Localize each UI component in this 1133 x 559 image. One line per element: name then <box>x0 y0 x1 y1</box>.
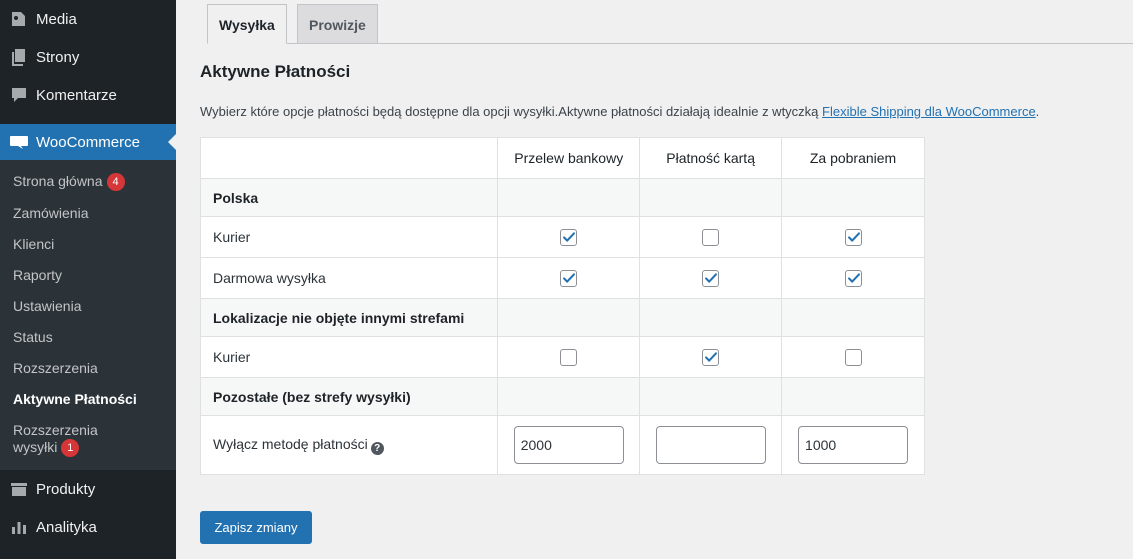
menu-woocommerce[interactable]: WooCommerce <box>0 124 176 160</box>
comments-icon <box>0 85 36 105</box>
analytics-icon <box>0 517 36 537</box>
payment-checkbox[interactable] <box>560 348 578 366</box>
disable-threshold-row: Wyłącz metodę płatności? <box>199 415 925 475</box>
checkbox-cell <box>781 216 925 258</box>
woocommerce-icon <box>0 132 36 152</box>
page-description: Wybierz które opcje płatności będą dostę… <box>200 104 1039 119</box>
checkbox-cell <box>781 336 925 378</box>
products-icon <box>0 479 36 499</box>
tab-shipping[interactable]: Wysyłka <box>207 4 287 44</box>
payment-checkbox[interactable] <box>560 269 578 287</box>
menu-label: Strony <box>36 48 80 66</box>
header-cash-on-delivery: Za pobraniem <box>781 137 925 179</box>
zone-name: Lokalizacje nie objęte innymi strefami <box>199 298 499 337</box>
description-end: . <box>1035 104 1040 119</box>
zone-row: Pozostałe (bez strefy wysyłki) <box>199 377 925 416</box>
checkbox-cell <box>639 336 783 378</box>
save-button[interactable]: Zapisz zmiany <box>200 511 312 544</box>
menu-analytics[interactable]: Analityka <box>0 508 176 546</box>
submenu-shipping-extensions[interactable]: Rozszerzenia wysyłki 1 <box>0 415 110 464</box>
media-icon <box>0 9 36 29</box>
menu-label: WooCommerce <box>36 133 140 151</box>
payment-checkbox[interactable] <box>560 228 578 246</box>
tab-bar: Wysyłka Prowizje <box>207 4 1133 44</box>
shipping-method-row: Kurier <box>199 216 925 258</box>
tab-commissions[interactable]: Prowizje <box>297 4 378 44</box>
notification-badge: 4 <box>106 173 125 191</box>
notification-badge: 1 <box>61 439 80 457</box>
payments-table: Przelew bankowy Płatność kartą Za pobran… <box>199 137 925 475</box>
zone-name: Pozostałe (bez strefy wysyłki) <box>199 377 499 416</box>
submenu-label: Rozszerzenia wysyłki <box>13 422 98 455</box>
zone-row: Polska <box>199 178 925 217</box>
disable-label-cell: Wyłącz metodę płatności? <box>199 415 499 475</box>
submenu-label: Strona główna <box>13 173 103 189</box>
checkbox-cell <box>497 257 641 299</box>
threshold-cell <box>639 415 783 475</box>
checkbox-cell <box>639 216 783 258</box>
empty-cell <box>639 298 783 337</box>
help-icon[interactable]: ? <box>370 441 384 455</box>
menu-label: Produkty <box>36 480 96 498</box>
threshold-input[interactable] <box>513 426 624 464</box>
shipping-method-name: Darmowa wysyłka <box>199 257 499 299</box>
submenu-status[interactable]: Status <box>0 322 176 353</box>
admin-sidebar: Media Strony Komentarze WooCommerce Stro… <box>0 0 176 559</box>
shipping-method-name: Kurier <box>199 336 499 378</box>
menu-comments[interactable]: Komentarze <box>0 76 176 114</box>
shipping-method-row: Kurier <box>199 336 925 378</box>
menu-label: Analityka <box>36 518 97 536</box>
table-header-row: Przelew bankowy Płatność kartą Za pobran… <box>199 137 925 179</box>
woocommerce-submenu: Strona główna 4 Zamówienia Klienci Raport… <box>0 160 176 470</box>
zone-row: Lokalizacje nie objęte innymi strefami <box>199 298 925 337</box>
zone-name: Polska <box>199 178 499 217</box>
submenu-orders[interactable]: Zamówienia <box>0 198 176 229</box>
checkbox-cell <box>497 216 641 258</box>
payment-checkbox[interactable] <box>844 228 862 246</box>
threshold-input[interactable] <box>655 426 766 464</box>
shipping-method-row: Darmowa wysyłka <box>199 257 925 299</box>
menu-pages[interactable]: Strony <box>0 38 176 76</box>
menu-label: Komentarze <box>36 86 117 104</box>
payment-checkbox[interactable] <box>702 228 720 246</box>
submenu-extensions[interactable]: Rozszerzenia <box>0 353 176 384</box>
payment-checkbox[interactable] <box>844 269 862 287</box>
empty-cell <box>781 377 925 416</box>
header-card-payment: Płatność kartą <box>639 137 783 179</box>
submenu-active-payments[interactable]: Aktywne Płatności <box>0 384 176 415</box>
disable-label: Wyłącz metodę płatności <box>213 435 368 452</box>
checkbox-cell <box>497 336 641 378</box>
submenu-settings[interactable]: Ustawienia <box>0 291 176 322</box>
header-bank-transfer: Przelew bankowy <box>497 137 641 179</box>
checkbox-cell <box>639 257 783 299</box>
payment-checkbox[interactable] <box>702 348 720 366</box>
payment-checkbox[interactable] <box>844 348 862 366</box>
main-content: Wysyłka Prowizje Aktywne Płatności Wybie… <box>199 0 1133 559</box>
flexible-shipping-link[interactable]: Flexible Shipping dla WooCommerce <box>822 104 1036 119</box>
empty-cell <box>781 298 925 337</box>
menu-media[interactable]: Media <box>0 0 176 38</box>
empty-cell <box>639 178 783 217</box>
submenu-reports[interactable]: Raporty <box>0 260 176 291</box>
empty-cell <box>497 298 641 337</box>
threshold-cell <box>781 415 925 475</box>
description-text: Wybierz które opcje płatności będą dostę… <box>200 104 823 119</box>
menu-products[interactable]: Produkty <box>0 470 176 508</box>
threshold-input[interactable] <box>798 426 909 464</box>
empty-cell <box>497 377 641 416</box>
page-title: Aktywne Płatności <box>200 62 351 81</box>
empty-cell <box>639 377 783 416</box>
shipping-method-name: Kurier <box>199 216 499 258</box>
empty-cell <box>497 178 641 217</box>
submenu-home[interactable]: Strona główna 4 <box>0 166 176 198</box>
header-empty <box>199 137 499 179</box>
payment-checkbox[interactable] <box>702 269 720 287</box>
threshold-cell <box>497 415 641 475</box>
pages-icon <box>0 47 36 67</box>
menu-label: Media <box>36 10 77 28</box>
empty-cell <box>781 178 925 217</box>
submenu-customers[interactable]: Klienci <box>0 229 176 260</box>
checkbox-cell <box>781 257 925 299</box>
